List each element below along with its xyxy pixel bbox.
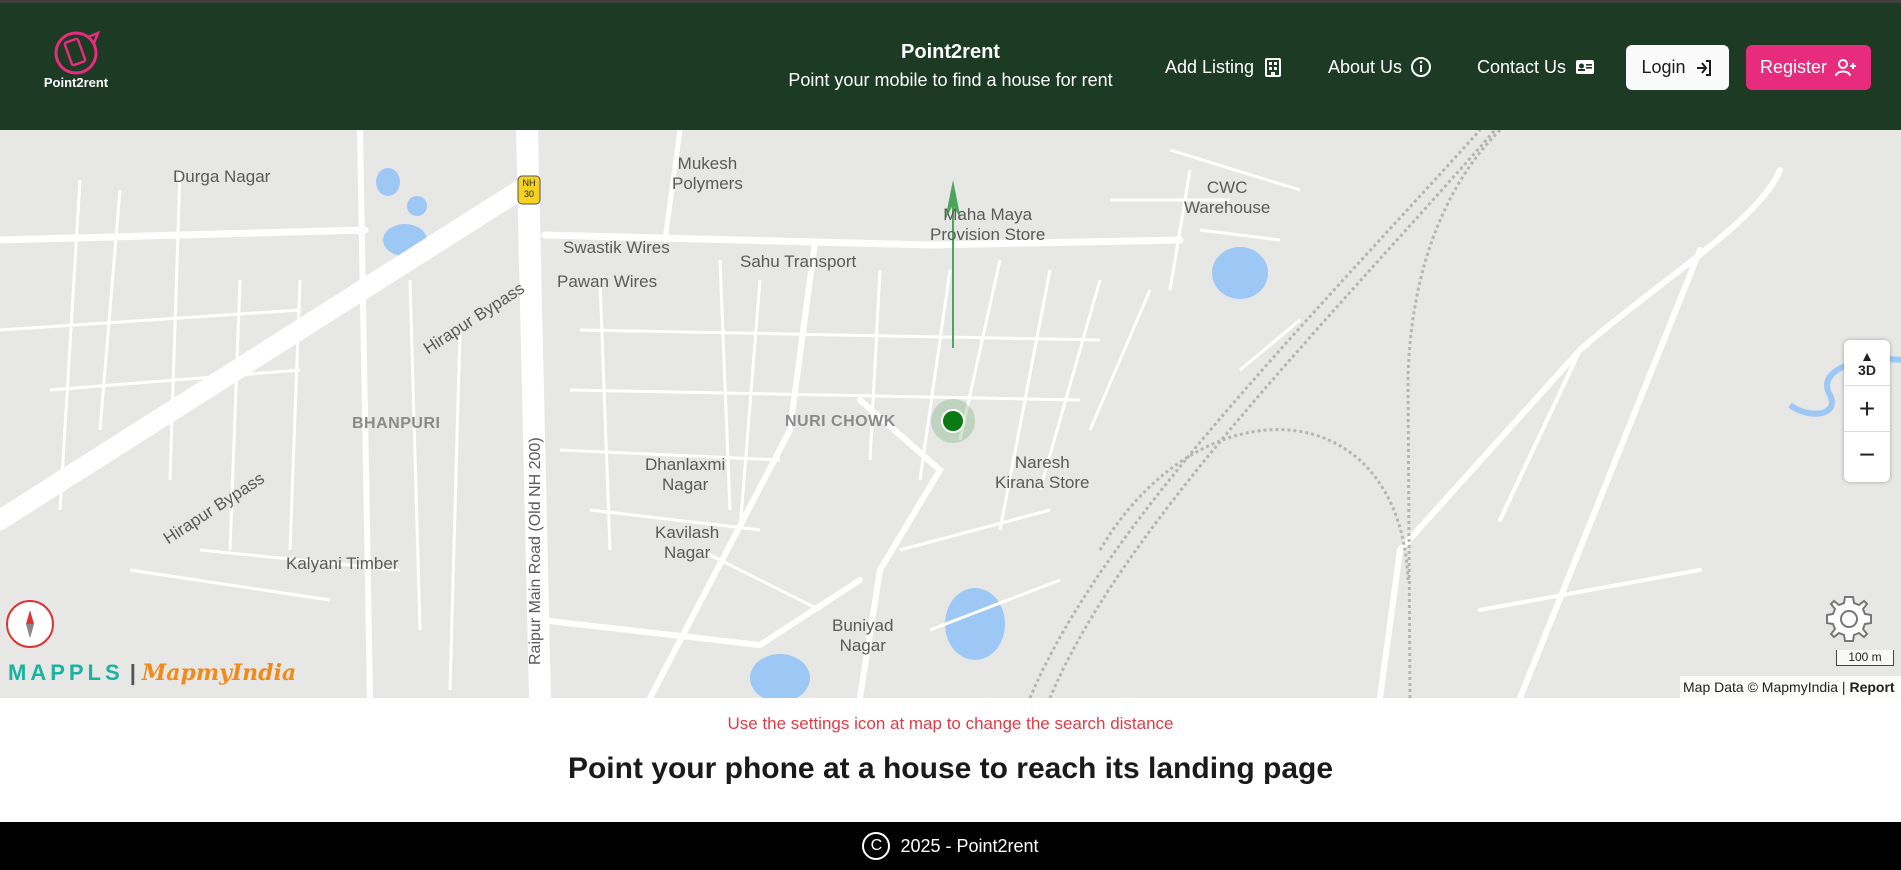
map-label-durga-nagar: Durga Nagar	[173, 167, 271, 186]
map-label-buniyad-nagar: Buniyad Nagar	[832, 616, 894, 655]
building-icon	[1265, 58, 1282, 77]
map-label-cwc-warehouse: CWC Warehouse	[1184, 178, 1271, 217]
info-icon	[1411, 57, 1432, 77]
map-label-nh30: NH 30	[522, 178, 536, 199]
gear-icon	[1826, 596, 1872, 642]
tilt-3d-label: 3D	[1858, 361, 1876, 378]
mappls-text: MAPPLS	[8, 660, 124, 685]
brand-block: Point2rent Point your mobile to find a h…	[778, 41, 1123, 91]
tilt-arrow-icon: ▲	[1860, 347, 1874, 364]
settings-hint: Use the settings icon at map to change t…	[727, 714, 1174, 733]
tilt-3d-button[interactable]: ▲ 3D	[1844, 340, 1890, 386]
map-controls: ▲ 3D + −	[1844, 340, 1890, 482]
login-label: Login	[1641, 57, 1686, 77]
footer-text: 2025 - Point2rent	[900, 835, 1039, 856]
attribution-text: Map Data © MapmyIndia |	[1683, 679, 1846, 695]
login-button[interactable]: Login	[1626, 45, 1729, 90]
brand-title: Point2rent	[901, 41, 1000, 63]
copyright-icon: C	[862, 832, 891, 860]
zoom-in-button[interactable]: +	[1844, 386, 1890, 432]
mappls-brand: MAPPLS | MapmyIndia	[8, 660, 296, 686]
compass-button[interactable]	[6, 600, 54, 648]
settings-button[interactable]	[1822, 592, 1876, 646]
map-label-kalyani-timber: Kalyani Timber	[286, 554, 399, 573]
site-header: Point2rent Point2rent Point your mobile …	[0, 3, 1901, 130]
page-heading: Point your phone at a house to reach its…	[567, 752, 1334, 785]
map-label-raipur-main-road: Raipur Main Road (Old NH 200)	[527, 437, 544, 665]
compass-icon	[26, 610, 34, 638]
map-label-pawan-wires: Pawan Wires	[557, 272, 658, 291]
zoom-out-button[interactable]: −	[1844, 432, 1890, 478]
phone-logo-icon	[54, 30, 101, 75]
nav-contact-us[interactable]: Contact Us	[1477, 56, 1596, 78]
map-label-mukesh-polymers: Mukesh Polymers	[672, 154, 743, 193]
mapmyindia-text: MapmyIndia	[141, 660, 297, 686]
map-label-kavilash-nagar: Kavilash Nagar	[655, 523, 720, 562]
map-label-naresh-kirana: Naresh Kirana Store	[995, 453, 1090, 492]
map-label-dhanlaxmi-nagar: Dhanlaxmi Nagar	[645, 455, 726, 494]
site-footer: C 2025 - Point2rent	[0, 822, 1901, 870]
brand-subtitle: Point your mobile to find a house for re…	[788, 70, 1113, 90]
register-button[interactable]: Register	[1746, 45, 1871, 90]
contact-card-icon	[1576, 60, 1595, 74]
nav-about-us-label: About Us	[1328, 56, 1403, 77]
nav-add-listing-label: Add Listing	[1165, 56, 1255, 77]
map-label-bhanpuri: BHANPURI	[352, 415, 441, 432]
nav-add-listing[interactable]: Add Listing	[1165, 56, 1284, 78]
nav-about-us[interactable]: About Us	[1328, 56, 1432, 78]
brand-separator: |	[129, 660, 136, 685]
map-label-swastik-wires: Swastik Wires	[563, 238, 670, 257]
nav-contact-us-label: Contact Us	[1477, 56, 1567, 77]
map-scale: 100 m	[1836, 650, 1894, 666]
logo-text: Point2rent	[43, 75, 109, 90]
add-user-icon	[1835, 58, 1857, 76]
logo[interactable]: Point2rent	[38, 30, 114, 95]
map-label-nuri-chowk: NURI CHOWK	[785, 413, 896, 430]
map-view[interactable]: Durga Nagar Mukesh Polymers NH 30 Swasti…	[0, 130, 1901, 698]
map-attribution: Map Data © MapmyIndia | Report	[1680, 676, 1901, 698]
map-label-maha-maya: Maha Maya Provision Store	[930, 205, 1046, 244]
map-label-sahu-transport: Sahu Transport	[740, 252, 857, 271]
register-label: Register	[1759, 57, 1828, 77]
sign-in-icon	[1696, 59, 1711, 76]
report-link[interactable]: Report	[1849, 679, 1894, 695]
